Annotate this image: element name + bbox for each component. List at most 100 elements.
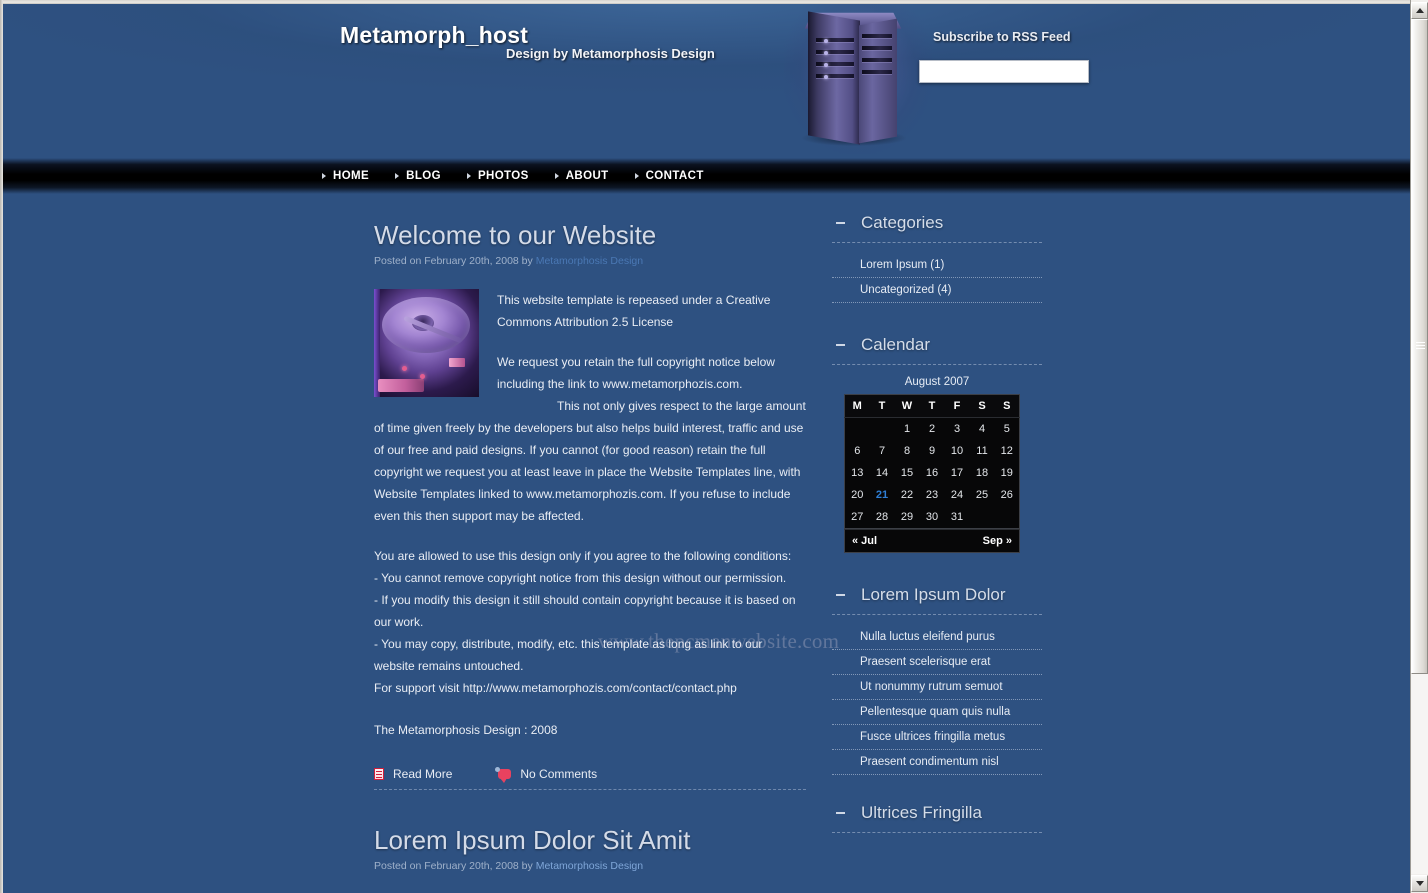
calendar-day[interactable]: 1 (895, 418, 920, 441)
calendar-day[interactable]: 16 (920, 462, 945, 484)
post-title[interactable]: Welcome to our Website (374, 220, 806, 251)
calendar-day[interactable]: 3 (945, 418, 970, 441)
calendar-day[interactable]: 17 (945, 462, 970, 484)
rss-subscribe-label: Subscribe to RSS Feed (933, 30, 1071, 44)
calendar-day[interactable]: 25 (970, 484, 995, 506)
list-item[interactable]: Fusce ultrices fringilla metus (832, 725, 1042, 750)
nav-label: CONTACT (645, 170, 704, 182)
post-support-link[interactable]: For support visit http://www.metamorphoz… (374, 677, 806, 699)
calendar-day[interactable]: 13 (845, 462, 870, 484)
scroll-up-button[interactable] (1411, 2, 1428, 19)
calendar-day[interactable]: 23 (920, 484, 945, 506)
scrollbar-track[interactable] (1411, 19, 1428, 874)
list-item[interactable]: Ut nonummy rutrum semuot (832, 675, 1042, 700)
dash-icon (836, 594, 845, 596)
list-item[interactable]: Praesent condimentum nisl (832, 750, 1042, 775)
post-footer: Read More No Comments (374, 766, 806, 790)
server-vent (816, 74, 854, 78)
post-meta-prefix: Posted on February 20th, 2008 by (374, 254, 533, 267)
calendar-day[interactable]: 6 (845, 440, 870, 462)
categories-list: Lorem Ipsum (1) Uncategorized (4) (832, 253, 1042, 303)
weekday-header: T (869, 394, 895, 418)
server-vent (862, 58, 892, 62)
widget-lorem-ipsum-dolor: Lorem Ipsum Dolor Nulla luctus eleifend … (832, 585, 1042, 775)
document-icon (374, 767, 384, 780)
widget-header: Lorem Ipsum Dolor (832, 585, 1042, 615)
page-viewport: Metamorph_host Design by Metamorphosis D… (0, 0, 1410, 893)
calendar-day[interactable]: 27 (845, 506, 870, 529)
post-thumbnail-image[interactable] (374, 288, 479, 397)
calendar-day[interactable]: 2 (920, 418, 945, 441)
dash-icon (836, 344, 845, 346)
nav-item-contact[interactable]: CONTACT (634, 170, 704, 182)
weekday-header: T (919, 394, 945, 418)
calendar-day[interactable]: 14 (870, 462, 895, 484)
list-item[interactable]: Praesent scelerisque erat (832, 650, 1042, 675)
server-vent (862, 46, 892, 50)
widget-title: Lorem Ipsum Dolor (861, 585, 1006, 604)
list-item[interactable]: Lorem Ipsum (1) (832, 253, 1042, 278)
post-author-link[interactable]: Metamorphosis Design (536, 255, 643, 267)
calendar-next-month[interactable]: Sep » (983, 535, 1012, 547)
comments-button[interactable]: No Comments (495, 766, 598, 783)
widget-title: Ultrices Fringilla (861, 803, 982, 822)
calendar-day[interactable]: 30 (920, 506, 945, 529)
calendar-day[interactable]: 26 (995, 484, 1020, 506)
server-led (824, 39, 828, 43)
calendar-day[interactable]: 22 (895, 484, 920, 506)
calendar-day[interactable]: 24 (945, 484, 970, 506)
post-author-link[interactable]: Metamorphosis Design (536, 860, 643, 872)
calendar-day[interactable]: 10 (945, 440, 970, 462)
widget-categories: Categories Lorem Ipsum (1) Uncategorized… (832, 213, 1042, 303)
calendar-day[interactable]: 29 (895, 506, 920, 529)
calendar-day[interactable]: 20 (845, 484, 870, 506)
server-tower-graphic (784, 2, 932, 154)
list-item[interactable]: Pellentesque quam quis nulla (832, 700, 1042, 725)
calendar-day[interactable]: 28 (870, 506, 895, 529)
nav-item-blog[interactable]: BLOG (395, 170, 441, 182)
calendar-day[interactable]: 4 (970, 418, 995, 441)
nav-item-about[interactable]: ABOUT (554, 170, 609, 182)
calendar-day[interactable]: 8 (895, 440, 920, 462)
calendar-day[interactable]: 7 (870, 440, 895, 462)
nav-item-photos[interactable]: PHOTOS (466, 170, 529, 182)
calendar-day[interactable]: 31 (945, 506, 970, 529)
calendar-prev-month[interactable]: « Jul (852, 535, 877, 547)
weekday-header: S (969, 394, 995, 418)
dash-icon (836, 812, 845, 814)
calendar-weekday-row: M T W T F S S (844, 394, 1020, 418)
nav-label: HOME (333, 170, 370, 182)
thumb-dot (402, 365, 407, 371)
calendar-day[interactable]: 9 (920, 440, 945, 462)
rss-subscribe-input[interactable] (919, 60, 1089, 83)
widget-calendar: Calendar August 2007 M T W T F S S 1 2 3… (832, 335, 1042, 553)
site-brand[interactable]: Metamorph_host (340, 22, 528, 49)
calendar-widget: August 2007 M T W T F S S 1 2 3 4 5 6 7 … (832, 373, 1042, 553)
scrollbar-thumb[interactable] (1411, 19, 1428, 674)
nav-item-home[interactable]: HOME (322, 170, 369, 182)
list-item[interactable]: Uncategorized (4) (832, 278, 1042, 303)
server-vent (816, 62, 854, 66)
window-left-edge (0, 0, 3, 893)
post-condition-2: - If you modify this design it still sho… (374, 592, 796, 629)
calendar-day[interactable]: 19 (995, 462, 1020, 484)
post-title[interactable]: Lorem Ipsum Dolor Sit Amit (374, 825, 806, 856)
comments-label: No Comments (520, 766, 598, 781)
calendar-day[interactable]: 12 (995, 440, 1020, 462)
calendar-day[interactable]: 18 (970, 462, 995, 484)
calendar-day[interactable]: 5 (995, 418, 1020, 441)
calendar-day-empty (995, 506, 1020, 529)
post-article: Welcome to our Website Posted on Februar… (374, 220, 806, 790)
calendar-day[interactable]: 11 (970, 440, 995, 462)
bullet-arrow-icon (466, 173, 471, 179)
calendar-day-empty (970, 506, 995, 529)
read-more-button[interactable]: Read More (374, 767, 452, 781)
calendar-day-today[interactable]: 21 (870, 484, 895, 506)
post-condition-1: - You cannot remove copyright notice fro… (374, 570, 787, 585)
widget-ultrices-fringilla: Ultrices Fringilla (832, 803, 1042, 833)
list-item[interactable]: Nulla luctus eleifend purus (832, 625, 1042, 650)
calendar-day[interactable]: 15 (895, 462, 920, 484)
vertical-scrollbar[interactable] (1410, 0, 1428, 893)
server-vent (862, 34, 892, 38)
scroll-down-button[interactable] (1411, 875, 1428, 892)
